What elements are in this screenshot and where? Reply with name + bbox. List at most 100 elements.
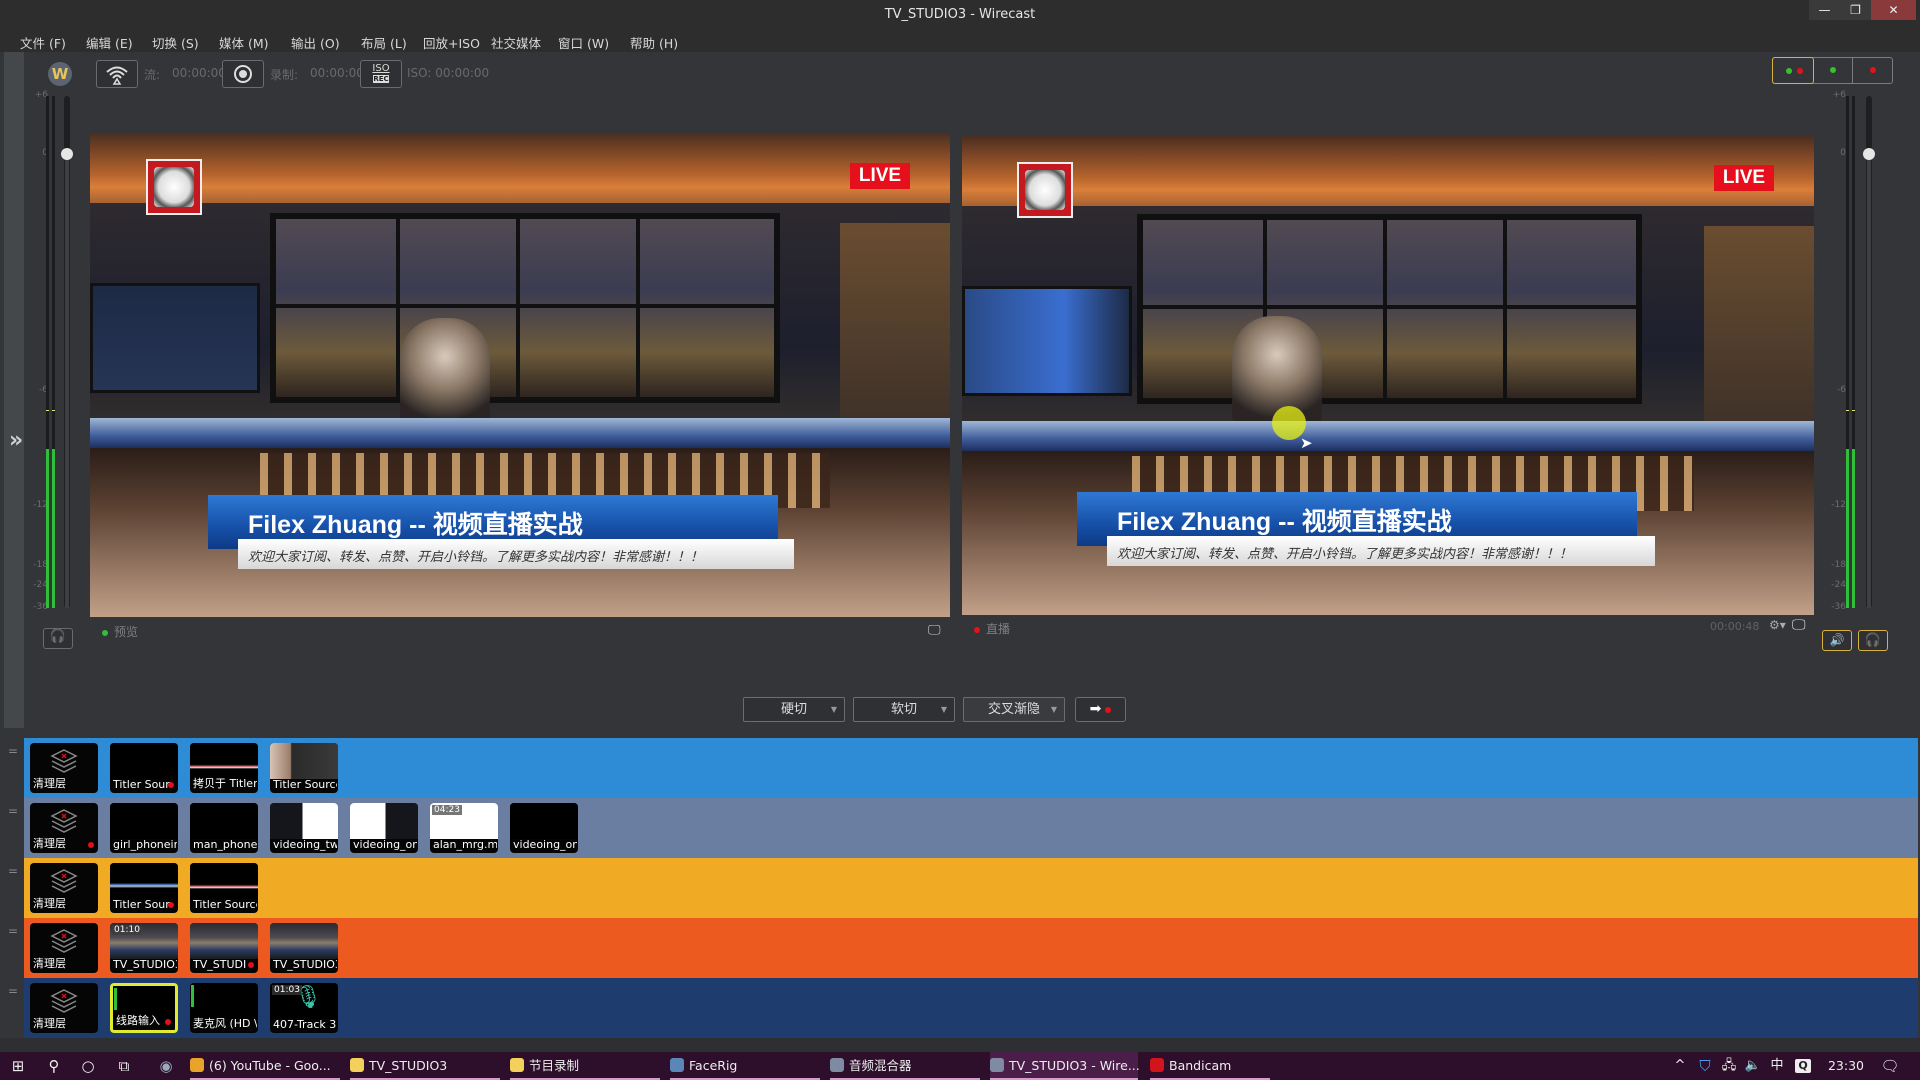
windows-start-icon[interactable]: ⊞ (8, 1052, 28, 1080)
search-icon[interactable]: ⚲ (44, 1052, 64, 1080)
preview-monitor[interactable]: Filex Zhuang -- 视频直播实战 欢迎大家订阅、转发、点赞、开启小铃… (90, 133, 950, 617)
record-status[interactable] (1853, 58, 1893, 83)
menu-file[interactable]: 文件 (F) (20, 33, 66, 52)
record-button[interactable] (222, 60, 264, 88)
live-monitor[interactable]: Filex Zhuang -- 视频直播实战 欢迎大家订阅、转发、点赞、开启小铃… (962, 136, 1814, 615)
live-monitor-output-icon[interactable]: 🖵 (1792, 617, 1806, 633)
lower-third-subbar: 欢迎大家订阅、转发、点赞、开启小铃铛。了解更多实战内容！非常感谢！！！ (1107, 536, 1655, 566)
shot-tile[interactable]: 拷贝于 Titler (190, 743, 258, 793)
volume-slider[interactable] (1863, 96, 1875, 608)
taskbar-app-button[interactable]: 节目录制 (510, 1052, 660, 1080)
clear-layer-shot[interactable]: 清理层 (30, 923, 98, 973)
shot-tile[interactable]: man_phonei (190, 803, 258, 853)
meter-scale-label: +6 (1832, 90, 1846, 100)
shot-tile[interactable]: TV_STUDI (190, 923, 258, 973)
clock[interactable]: 23:30 (1826, 1052, 1866, 1080)
wirecast-pinned-icon[interactable]: ◉ (156, 1052, 176, 1080)
layer-drag-handle-icon[interactable]: = (8, 985, 20, 997)
iso-record-button[interactable]: ISO REC (360, 60, 402, 88)
smooth-transition-select[interactable]: 软切 ▼ (853, 697, 955, 722)
shot-label: Titler Source (193, 898, 257, 911)
menu-replay-iso[interactable]: 回放+ISO (423, 33, 480, 52)
volume-icon[interactable]: 🔈 (1744, 1052, 1762, 1080)
shot-tile[interactable]: Titler Sour (110, 743, 178, 793)
clear-layer-shot[interactable]: 清理层 (30, 803, 98, 853)
volume-slider-knob[interactable] (1863, 148, 1875, 160)
layer-drag-handle-icon[interactable]: = (8, 745, 20, 757)
preview-monitor-icon[interactable]: 🖵 (928, 623, 941, 638)
clear-layer-shot[interactable]: 清理层 (30, 743, 98, 793)
live-settings-gear-icon[interactable]: ⚙▾ (1769, 618, 1786, 632)
shot-tile[interactable]: Titler Sour (110, 863, 178, 913)
close-button[interactable]: ✕ (1871, 0, 1916, 20)
shot-tile[interactable]: girl_phonein (110, 803, 178, 853)
volume-slider[interactable] (61, 96, 73, 608)
minimize-button[interactable]: — (1809, 0, 1840, 20)
shot-tile[interactable]: 🎙 01:03 407-Track 33 (270, 983, 338, 1033)
menu-help[interactable]: 帮助 (H) (630, 33, 678, 52)
windows-taskbar: ⊞ ⚲ ○ ⧉ ◉ (6) YouTube - Goo... TV_STUDIO3… (0, 1052, 1920, 1080)
network-icon[interactable]: 🖧 (1720, 1052, 1738, 1080)
stream-button[interactable] (96, 60, 138, 88)
cortana-icon[interactable]: ○ (78, 1052, 98, 1080)
shot-tile[interactable]: 01:10 TV_STUDIO3 (110, 923, 178, 973)
shot-thumbnail (270, 743, 338, 779)
go-button[interactable]: ➡ (1075, 697, 1126, 722)
stream-record-status[interactable] (1772, 57, 1814, 84)
q-app-tray-icon[interactable]: Q (1795, 1059, 1811, 1073)
taskbar-app-button[interactable]: 音频混合器 (830, 1052, 980, 1080)
restore-button[interactable]: ❐ (1840, 0, 1871, 20)
crossfade-transition-select[interactable]: 交叉渐隐 ▼ (963, 697, 1065, 722)
menu-layout[interactable]: 布局 (L) (361, 33, 407, 52)
menu-media[interactable]: 媒体 (M) (219, 33, 269, 52)
menu-switch[interactable]: 切换 (S) (152, 33, 199, 52)
meter-peak-marker (1852, 410, 1855, 412)
layer-row[interactable]: = 清理层 girl_phonein man_phonei videoing_tw vid… (8, 798, 1918, 858)
task-view-icon[interactable]: ⧉ (114, 1052, 134, 1080)
notifications-icon[interactable]: 🗨 (1880, 1052, 1900, 1080)
layer-row[interactable]: = 清理层 Titler Sour Titler Source (8, 858, 1918, 918)
shot-tile[interactable]: 04:23 alan_mrg.mp (430, 803, 498, 853)
layer-row[interactable]: = 清理层 线路输入 麦克风 (HD \ 🎙 01:03 407-Track 33 (8, 978, 1918, 1038)
tray-expand-icon[interactable]: ^ (1672, 1052, 1688, 1080)
taskbar-app-button[interactable]: Bandicam (1150, 1052, 1270, 1080)
menu-edit[interactable]: 编辑 (E) (86, 33, 133, 52)
layer-drag-handle-icon[interactable]: = (8, 865, 20, 877)
taskbar-app-button[interactable]: FaceRig (670, 1052, 820, 1080)
taskbar-app-label: TV_STUDIO3 (369, 1058, 448, 1073)
shot-tile[interactable]: videoing_tw (270, 803, 338, 853)
stream-status[interactable] (1814, 58, 1853, 83)
shot-tile[interactable]: TV_STUDIO3 (270, 923, 338, 973)
headphone-mute-button[interactable]: 🎧 (43, 628, 73, 649)
taskbar-app-button[interactable]: TV_STUDIO3 - Wire... (990, 1052, 1140, 1080)
left-collapse-strip[interactable]: » (4, 52, 24, 728)
clear-layer-shot[interactable]: 清理层 (30, 863, 98, 913)
menu-social[interactable]: 社交媒体 (491, 33, 541, 52)
shot-tile[interactable]: Titler Source (190, 863, 258, 913)
shot-tile[interactable]: 线路输入 (110, 983, 178, 1033)
layer-drag-handle-icon[interactable]: = (8, 805, 20, 817)
layer-row[interactable]: = 清理层 01:10 TV_STUDIO3 TV_STUDI TV_STUDIO3 (8, 918, 1918, 978)
headphones-button[interactable]: 🎧 (1858, 630, 1888, 651)
menu-output[interactable]: 输出 (O) (291, 33, 340, 52)
speaker-button[interactable]: 🔊 (1822, 630, 1852, 651)
taskbar-app-button[interactable]: (6) YouTube - Goo... (190, 1052, 340, 1080)
shot-thumbnail (190, 983, 258, 1019)
security-shield-icon[interactable]: ⛉ (1696, 1052, 1714, 1080)
expand-sidebar-icon[interactable]: » (9, 428, 23, 453)
cut-transition-select[interactable]: 硬切 ▼ (743, 697, 845, 722)
shot-tile[interactable]: videoing_on (350, 803, 418, 853)
shot-label: Titler Source (273, 778, 337, 791)
layer-drag-handle-icon[interactable]: = (8, 925, 20, 937)
layer-row[interactable]: = 清理层 Titler Sour 拷贝于 Titler Titler Source (8, 738, 1918, 798)
taskbar-app-button[interactable]: TV_STUDIO3 (350, 1052, 500, 1080)
shot-tile[interactable]: Titler Source (270, 743, 338, 793)
clear-layer-shot[interactable]: 清理层 (30, 983, 98, 1033)
shot-tile[interactable]: videoing_on (510, 803, 578, 853)
meter-level-fill (1846, 448, 1849, 608)
shot-tile[interactable]: 麦克风 (HD \ (190, 983, 258, 1033)
menu-window[interactable]: 窗口 (W) (558, 33, 609, 52)
volume-slider-knob[interactable] (61, 148, 73, 160)
input-method-indicator[interactable]: 中 (1768, 1052, 1786, 1080)
headphone-mute-icon: 🎧 (49, 629, 67, 644)
